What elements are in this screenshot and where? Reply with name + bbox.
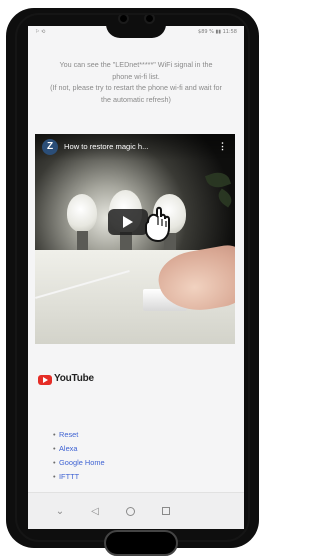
phone-rim [15,13,250,542]
bottom-speaker-icon [104,530,178,556]
